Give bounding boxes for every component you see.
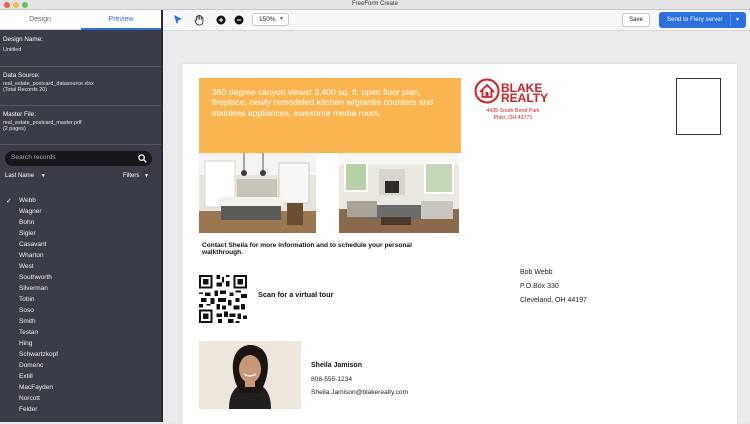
search-icon[interactable] [138,154,147,163]
tab-preview[interactable]: Preview [81,10,161,30]
filters-dropdown[interactable]: Filters ▼ [123,173,149,179]
toolbar: 150% ▼ Save Send to Fiery server ▼ [163,10,750,31]
divider [0,66,161,67]
qr-code[interactable] [199,275,247,323]
checkmark-icon: ✓ [6,198,12,205]
house-logo-icon [474,78,500,104]
master-file-pages: (2 pages) [3,126,26,132]
sort-bar: Last Name ▼ Filters ▼ [5,173,155,183]
record-item[interactable]: Hing [19,340,32,347]
zoom-select[interactable]: 150% ▼ [252,13,289,26]
divider [0,105,161,106]
send-button-label: Send to Fiery server [667,16,723,23]
record-item[interactable]: Felder [19,406,37,413]
window-titlebar: FreeForm Create [0,0,750,10]
brand-address-line: Philo, OH 43771 [493,115,533,121]
headline-banner: 360 degree canyon views! 3,400 sq. ft. o… [199,78,461,153]
agent-name: Sheila Jamison [311,362,362,369]
record-item[interactable]: Schwartzkopf [19,351,58,358]
stamp-box [676,78,721,135]
recipient-street: P.O.Box 330 [520,283,559,290]
hand-pan-icon[interactable] [193,14,205,26]
agent-email: Sheila.Jamison@blakerealty.com [311,389,409,396]
sidebar: Design Preview Design Name: Untitled Dat… [0,10,161,422]
tab-bar: Design Preview [0,10,161,30]
chevron-down-icon[interactable]: ▼ [735,12,740,28]
record-item[interactable]: Silverman [19,285,48,292]
filters-label: Filters [123,173,140,179]
record-item[interactable]: Wharton [19,252,44,259]
record-item[interactable]: Bohn [19,219,34,226]
search-placeholder: Search records [11,154,56,161]
recipient-city: Cleveland, OH 44197 [520,297,587,304]
divider [730,14,731,26]
chevron-down-icon: ▼ [40,173,46,179]
zoom-value: 150% [259,16,276,23]
sort-field-label: Last Name [5,173,35,179]
record-item[interactable]: Sigler [19,230,36,237]
living-room-photo [339,153,459,233]
chevron-down-icon: ▼ [144,173,149,179]
headline-text: 360 degree canyon views! 3,400 sq. ft. o… [212,87,434,118]
record-item[interactable]: Southworth [19,274,52,281]
record-item[interactable]: Domenc [19,362,43,369]
data-source-records: (Total Records 20) [3,87,48,93]
scan-tour-text: Scan for a virtual tour [258,290,334,299]
zoom-in-icon[interactable] [215,14,227,26]
brand-address-line: 4435 South Bend Park [486,108,540,114]
design-name-label: Design Name: [3,36,43,43]
send-to-fiery-button[interactable]: Send to Fiery server ▼ [659,12,746,28]
kitchen-photo [199,153,316,233]
tab-design[interactable]: Design [0,10,80,30]
brand-wordmark: BLAKE REALTY [501,82,549,105]
save-button[interactable]: Save [622,13,650,27]
record-item[interactable]: West [19,263,34,270]
contact-text: Contact Sheila for more information and … [202,242,412,257]
chevron-down-icon: ▼ [279,16,284,22]
postcard-preview: 360 degree canyon views! 3,400 sq. ft. o… [182,64,737,424]
window-title: FreeForm Create [351,1,398,7]
search-records-input[interactable]: Search records [5,151,152,166]
preview-canvas: 150% ▼ Save Send to Fiery server ▼ 360 d… [161,10,750,424]
brand-address: 4435 South Bend Park Philo, OH 43771 [473,108,553,122]
record-item[interactable]: Wagner [19,208,42,215]
record-item[interactable]: MacFayden [19,384,53,391]
record-item[interactable]: Smith [19,318,36,325]
agent-phone: 808-555-1234 [311,376,353,383]
sort-field-dropdown[interactable]: Last Name ▼ [5,173,46,179]
zoom-out-icon[interactable] [233,14,245,26]
master-file-label: Master File: [3,111,36,118]
record-item[interactable]: Soso [19,307,34,314]
record-item[interactable]: Tobin [19,296,35,303]
divider [0,144,161,145]
record-item[interactable]: Testan [19,329,38,336]
select-arrow-icon[interactable] [172,14,184,26]
data-source-label: Data Source: [3,72,40,79]
design-name-value: Untitled [3,47,22,53]
record-item[interactable]: Extill [19,373,33,380]
record-item[interactable]: Casavant [19,241,46,248]
recipient-name: Bob Webb [520,269,553,276]
brand-name-2: REALTY [501,91,549,105]
agent-photo [199,341,301,409]
record-item[interactable]: Webb [19,197,36,204]
record-item[interactable]: Norcott [19,395,40,402]
